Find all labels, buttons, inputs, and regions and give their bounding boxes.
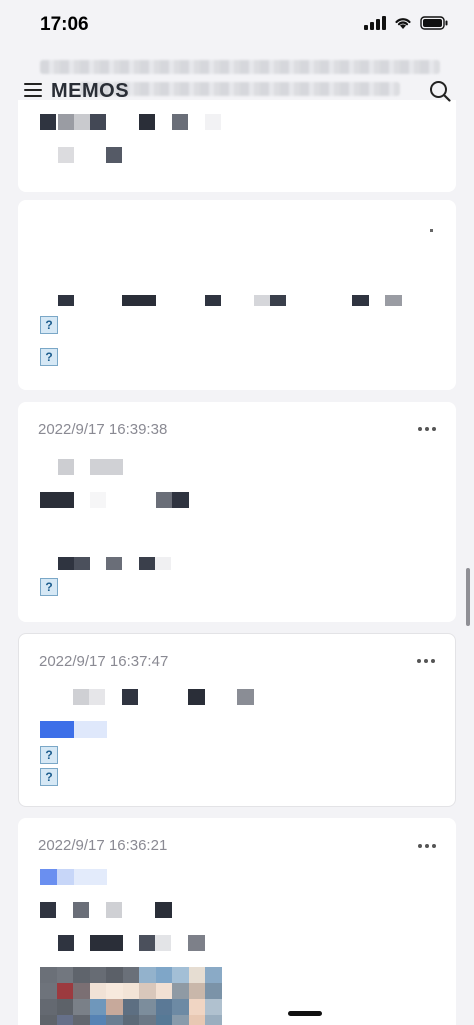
redacted-text xyxy=(90,492,106,508)
link-text[interactable] xyxy=(40,721,74,738)
status-time: 17:06 xyxy=(40,14,89,35)
search-icon[interactable] xyxy=(429,80,451,102)
redacted-text xyxy=(205,295,221,306)
redacted-text xyxy=(74,114,90,130)
broken-image-icon[interactable]: ? xyxy=(40,746,58,764)
more-options-icon[interactable] xyxy=(418,426,436,432)
memo-card: 2022/9/17 16:39:38 ? xyxy=(18,402,456,622)
app-header: MEMOS xyxy=(0,50,474,112)
redacted-text xyxy=(58,147,74,163)
redacted-text xyxy=(139,114,155,130)
redacted-text xyxy=(156,492,172,508)
wifi-icon xyxy=(395,18,411,29)
link-text[interactable] xyxy=(74,869,107,885)
link-text[interactable] xyxy=(74,721,107,738)
redacted-text xyxy=(90,935,123,951)
redacted-text xyxy=(352,295,369,306)
redacted-text xyxy=(58,459,74,475)
redacted-text xyxy=(139,557,155,570)
redacted-text xyxy=(73,902,89,918)
more-options-icon[interactable] xyxy=(418,843,436,849)
status-bar: 17:06 xyxy=(0,0,474,50)
redacted-text xyxy=(58,935,74,951)
redacted-text xyxy=(58,557,74,570)
redacted-text xyxy=(106,902,122,918)
memo-card: 2022/9/17 16:37:47 ? ? xyxy=(18,633,456,807)
redacted-text xyxy=(106,147,122,163)
broken-image-icon[interactable]: ? xyxy=(40,316,58,334)
redacted-text xyxy=(172,492,189,508)
redacted-text xyxy=(73,689,89,705)
app-title: MEMOS xyxy=(51,80,130,102)
more-options-icon[interactable] xyxy=(417,658,435,664)
redacted-text xyxy=(90,459,123,475)
memo-card: ? ? xyxy=(18,200,456,390)
scrollbar-thumb[interactable] xyxy=(466,568,470,626)
redacted-text xyxy=(40,114,56,130)
redacted-text xyxy=(90,114,106,130)
redacted-text xyxy=(40,902,56,918)
redacted-text xyxy=(188,689,205,705)
redacted-text xyxy=(188,935,205,951)
link-text[interactable] xyxy=(57,869,74,885)
redacted-text xyxy=(58,295,74,306)
redacted-text xyxy=(155,935,171,951)
link-text[interactable] xyxy=(40,869,57,885)
redacted-text xyxy=(172,114,188,130)
system-icons xyxy=(364,16,448,30)
redacted-text xyxy=(122,689,138,705)
redacted-text xyxy=(106,557,122,570)
broken-image-icon[interactable]: ? xyxy=(40,768,58,786)
redacted-text xyxy=(122,295,156,306)
cellular-signal-icon xyxy=(364,16,386,30)
redacted-text xyxy=(139,935,155,951)
redacted-text xyxy=(385,295,402,306)
redacted-text xyxy=(74,557,90,570)
redacted-text xyxy=(40,492,74,508)
memo-card: 2022/9/17 16:36:21 xyxy=(18,818,456,1025)
battery-icon xyxy=(420,16,448,30)
memo-timestamp: 2022/9/17 16:36:21 xyxy=(38,837,168,854)
memo-timestamp: 2022/9/17 16:39:38 xyxy=(38,421,168,438)
redacted-text xyxy=(254,295,270,306)
memo-card xyxy=(18,100,456,192)
redacted-text xyxy=(89,689,105,705)
broken-image-icon[interactable]: ? xyxy=(40,578,58,596)
hamburger-menu-icon[interactable] xyxy=(24,83,42,97)
home-indicator[interactable] xyxy=(288,1011,322,1016)
redacted-text xyxy=(155,902,172,918)
redacted-text xyxy=(205,114,221,130)
redacted-text xyxy=(270,295,286,306)
redacted-text xyxy=(58,114,74,130)
redacted-text xyxy=(430,229,433,232)
redacted-text xyxy=(237,689,254,705)
memo-timestamp: 2022/9/17 16:37:47 xyxy=(39,653,169,670)
memo-image[interactable] xyxy=(40,967,238,1025)
broken-image-icon[interactable]: ? xyxy=(40,348,58,366)
redacted-text xyxy=(155,557,171,570)
